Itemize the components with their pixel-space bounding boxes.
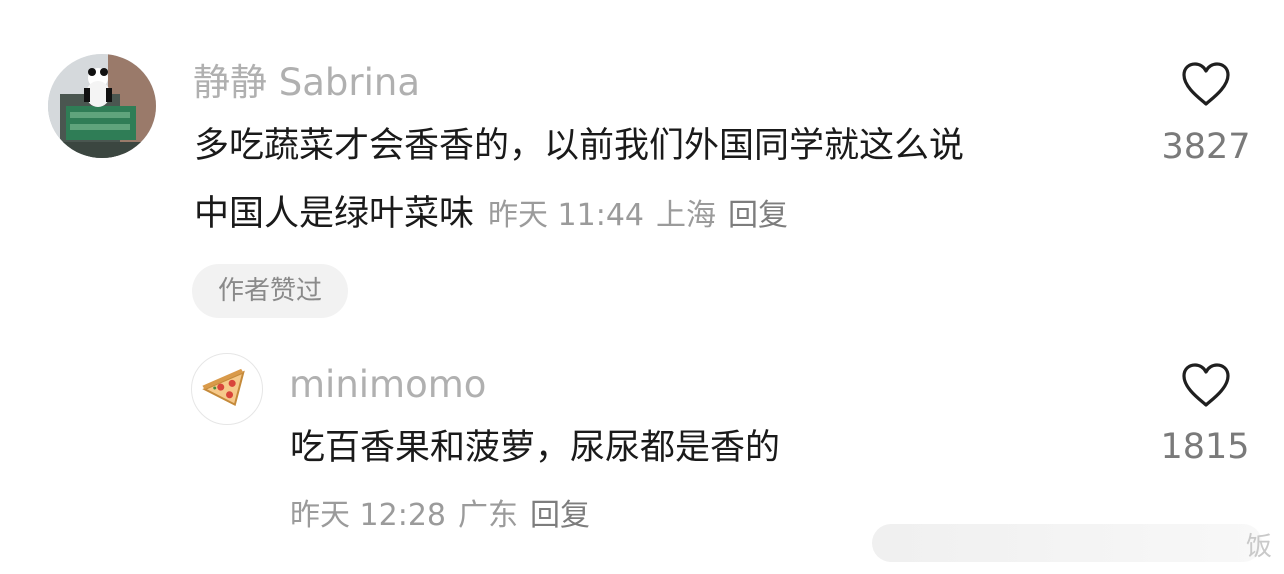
- heart-icon: [1182, 363, 1230, 407]
- author-liked-badge: 作者赞过: [192, 264, 348, 318]
- pizza-slice-icon: [202, 368, 245, 407]
- like-count: 1815: [1160, 427, 1250, 467]
- comment-text: 吃百香果和菠萝，尿尿都是香的: [290, 428, 781, 468]
- comment-text-line1: 多吃蔬菜才会香香的，以前我们外国同学就这么说: [194, 126, 965, 166]
- username[interactable]: minimomo: [289, 366, 486, 403]
- reply-button[interactable]: 回复: [728, 198, 788, 233]
- like-button[interactable]: [1180, 60, 1232, 112]
- reply-button[interactable]: 回复: [530, 498, 590, 533]
- like-count: 3827: [1161, 127, 1251, 167]
- watermark-bar: [872, 524, 1262, 562]
- like-button[interactable]: [1180, 361, 1232, 413]
- location: 广东: [458, 498, 518, 533]
- comment-text-line2: 中国人是绿叶菜味: [194, 194, 475, 234]
- timestamp: 昨天 12:28: [290, 498, 446, 533]
- comment-line2-row: 中国人是绿叶菜味 昨天 11:44 上海 回复: [194, 197, 800, 232]
- comment-meta: 昨天 11:44 上海 回复: [488, 201, 800, 231]
- timestamp: 昨天 11:44: [488, 198, 645, 233]
- heart-icon: [1182, 62, 1230, 106]
- avatar[interactable]: [191, 353, 263, 425]
- username[interactable]: 静静 Sabrina: [193, 64, 420, 101]
- comment-meta: 昨天 12:28 广东 回复: [290, 501, 602, 531]
- watermark-text: 饭: [1246, 532, 1273, 562]
- location: 上海: [656, 198, 717, 233]
- panda-building-photo: [48, 54, 156, 158]
- avatar[interactable]: [48, 54, 156, 158]
